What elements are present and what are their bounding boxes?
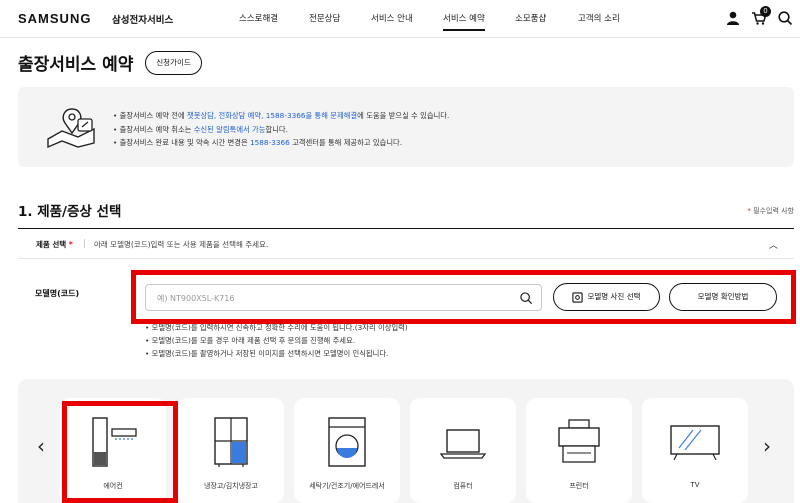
section-title: 1. 제품/증상 선택	[18, 204, 122, 220]
site-header: SAMSUNG 삼성전자서비스 스스로해결 전문상담 서비스 안내 서비스 예약…	[0, 0, 800, 38]
help-item: 모델명(코드)를 촬영하거나 저장된 이미지를 선택하시면 모델명이 인식됩니다…	[145, 347, 408, 360]
product-label: 세탁기/건조기/에어드레서	[309, 482, 385, 490]
nav-customer-voice[interactable]: 고객의 소리	[578, 12, 620, 24]
service-map-icon	[47, 108, 95, 149]
cart-count-badge: 0	[760, 6, 771, 17]
notice-item: 출장서비스 완료 내용 및 약속 시간 변경은 1588-3366 고객센터를 …	[113, 136, 449, 150]
image-icon	[572, 291, 584, 303]
notice-item: 출장서비스 예약 취소는 수신된 알림톡에서 가능합니다.	[113, 123, 449, 137]
search-icon[interactable]	[777, 10, 793, 26]
chevron-left-icon[interactable]: ‹	[37, 434, 45, 458]
nav-service-info[interactable]: 서비스 안내	[371, 12, 413, 24]
user-icon[interactable]	[725, 10, 741, 26]
nav-supplies-shop[interactable]: 소모품샵	[515, 12, 546, 24]
model-photo-button[interactable]: 모델명 사진 선택	[553, 283, 660, 311]
tv-icon	[670, 425, 720, 461]
help-item: 모델명(코드)를 모를 경우 아래 제품 선택 후 문의를 진행해 주세요.	[145, 334, 408, 347]
refrigerator-icon	[214, 417, 248, 467]
divider	[84, 239, 85, 248]
product-card-refrigerator[interactable]: 냉장고/김치냉장고	[178, 398, 284, 503]
highlight-box	[62, 401, 178, 503]
chevron-right-icon[interactable]: ›	[763, 434, 771, 458]
notice-item: 출장서비스 예약 전에 챗봇상담, 전화상담 예약, 1588-3366을 통해…	[113, 109, 450, 123]
notice-link[interactable]: 챗봇상담, 전화상담 예약, 1588-3366을 통해 문제해결	[187, 111, 357, 120]
nav-service-reservation[interactable]: 서비스 예약	[443, 12, 485, 31]
page-title: 출장서비스 예약	[18, 55, 134, 75]
product-select-label: 제품 선택 *	[36, 240, 73, 249]
notice-list: 출장서비스 예약 전에 챗봇상담, 전화상담 예약, 1588-3366을 통해…	[113, 109, 450, 150]
notice-link[interactable]: 수신된 알림톡에서 가능	[194, 125, 266, 134]
product-label: 냉장고/김치냉장고	[204, 482, 258, 490]
product-card-printer[interactable]: 프린터	[526, 398, 632, 503]
samsung-logo[interactable]: SAMSUNG	[18, 11, 91, 26]
application-guide-button[interactable]: 신청가이드	[145, 51, 202, 75]
product-card-computer[interactable]: 컴퓨터	[410, 398, 516, 503]
service-brand[interactable]: 삼성전자서비스	[112, 12, 173, 26]
product-label: 컴퓨터	[453, 482, 473, 490]
printer-icon	[558, 419, 600, 463]
product-card-tv[interactable]: TV	[642, 398, 748, 503]
laptop-icon	[439, 429, 487, 459]
model-code-input[interactable]: 예) NT900X5L-K716	[145, 284, 542, 311]
product-select-row[interactable]: 제품 선택 * 아래 모델명(코드)입력 또는 사용 제품을 선택해 주세요. …	[18, 229, 794, 259]
washing-machine-icon	[328, 417, 366, 467]
search-icon[interactable]	[519, 291, 533, 305]
notice-link[interactable]: 1588-3366	[250, 138, 290, 147]
notice-box: 출장서비스 예약 전에 챗봇상담, 전화상담 예약, 1588-3366을 통해…	[18, 87, 794, 167]
help-item: 모델명(코드)를 입력하시면 신속하고 정확한 수리에 도움이 됩니다.(3자리…	[145, 321, 408, 334]
model-code-placeholder: 예) NT900X5L-K716	[157, 294, 235, 303]
model-help-list: 모델명(코드)를 입력하시면 신속하고 정확한 수리에 도움이 됩니다.(3자리…	[145, 321, 408, 361]
model-howto-button[interactable]: 모델명 확인방법	[669, 283, 777, 311]
product-label: 프린터	[569, 482, 589, 490]
chevron-up-icon[interactable]: ︿	[769, 238, 778, 251]
required-note: * 필수입력 사항	[747, 207, 794, 215]
product-label: TV	[690, 481, 700, 489]
product-select-desc: 아래 모델명(코드)입력 또는 사용 제품을 선택해 주세요.	[94, 240, 269, 249]
model-code-label: 모델명(코드)	[35, 289, 80, 298]
product-card-washer[interactable]: 세탁기/건조기/에어드레서	[294, 398, 400, 503]
nav-expert-consult[interactable]: 전문상담	[309, 12, 340, 24]
nav-self-solve[interactable]: 스스로해결	[239, 12, 278, 24]
